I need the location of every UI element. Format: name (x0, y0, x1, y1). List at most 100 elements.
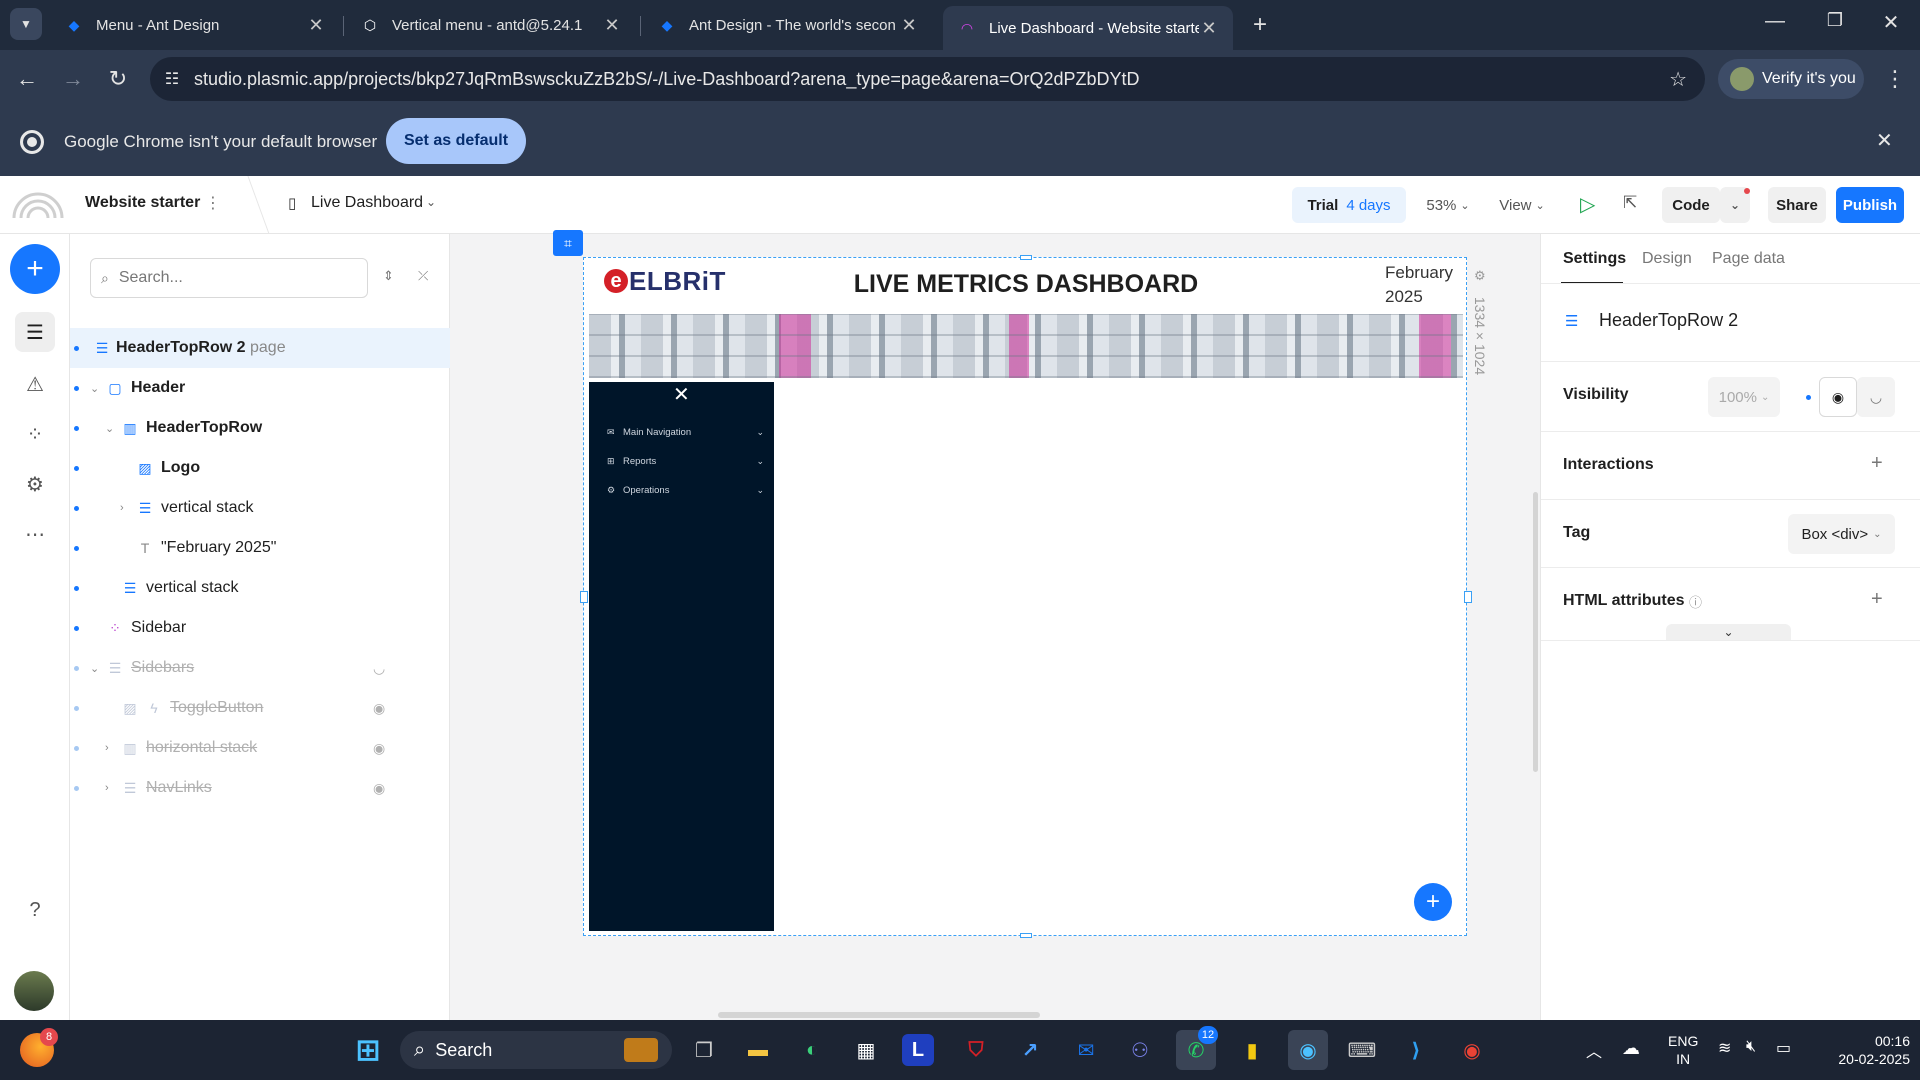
power-bi-icon[interactable]: ▮ (1232, 1030, 1272, 1070)
tab-search-button[interactable]: ▼ (10, 8, 42, 40)
menu-item[interactable]: ⊞ Reports ⌄ (607, 453, 764, 469)
tab-design[interactable]: Design (1642, 250, 1692, 268)
outline-item-hidden[interactable]: › ▥ horizontal stack ◉ (70, 728, 450, 768)
page-name[interactable]: Live Dashboard (311, 194, 423, 212)
tab-settings[interactable]: Settings (1563, 250, 1626, 268)
hidden-toggle-button[interactable]: ◡ (1857, 377, 1895, 417)
chart-app-icon[interactable]: ↗ (1010, 1030, 1050, 1070)
avatar[interactable] (14, 971, 54, 1011)
language-indicator[interactable]: ENG IN (1668, 1032, 1698, 1068)
component-name[interactable]: HeaderTopRow 2 (1599, 310, 1738, 331)
more-menu-icon[interactable]: ⋮ (1880, 64, 1910, 94)
info-icon[interactable]: ⓘ (1689, 592, 1702, 611)
help-icon[interactable]: ? (15, 890, 55, 930)
menu-item[interactable]: ⚙ Operations ⌄ (607, 482, 764, 498)
opacity-input[interactable]: 100% ⌄ (1708, 377, 1780, 417)
resize-handle-right[interactable] (1464, 591, 1472, 603)
battery-icon[interactable]: ▭ (1776, 1038, 1791, 1058)
new-tab-icon[interactable]: + (1245, 10, 1275, 40)
visible-toggle-button[interactable]: ◉ (1819, 377, 1857, 417)
close-icon[interactable]: ✕ (673, 382, 690, 407)
chevron-right-icon[interactable]: › (105, 782, 109, 794)
back-icon[interactable]: ← (12, 64, 42, 94)
more-icon[interactable]: ⋯ (15, 514, 55, 554)
minimize-icon[interactable]: — (1760, 10, 1790, 40)
resize-handle-top[interactable] (1020, 255, 1032, 260)
vscode-icon[interactable]: ⟩ (1396, 1030, 1436, 1070)
project-menu-icon[interactable]: ⋮ (205, 193, 221, 213)
menu-item[interactable]: ✉ Main Navigation ⌄ (607, 424, 764, 440)
view-dropdown[interactable]: View ⌄ (1494, 187, 1550, 223)
browser-tab-active[interactable]: ◠ Live Dashboard - Website starte ✕ (943, 6, 1233, 50)
close-window-icon[interactable]: ✕ (1876, 10, 1906, 40)
browser-tab[interactable]: ◆ Menu - Ant Design ✕ (50, 6, 340, 44)
outline-item[interactable]: ☰ vertical stack (70, 568, 450, 608)
outline-icon[interactable]: ☰ (15, 312, 55, 352)
close-icon[interactable]: ✕ (1199, 18, 1219, 39)
add-element-button[interactable]: + (1414, 883, 1452, 921)
terminal-icon[interactable]: ⌨ (1342, 1030, 1382, 1070)
resize-handle-bottom[interactable] (1020, 933, 1032, 938)
bookmark-star-icon[interactable]: ☆ (1669, 67, 1687, 92)
chevron-down-icon[interactable]: ⌄ (90, 382, 99, 395)
clock[interactable]: 00:16 20-02-2025 (1810, 1032, 1910, 1068)
artboard-frame[interactable]: e ELBRiT LIVE METRICS DASHBOARD February… (580, 255, 1472, 938)
add-icon[interactable]: + (1871, 452, 1883, 475)
teams-icon[interactable]: ⚇ (1120, 1030, 1160, 1070)
outline-item-hidden[interactable]: › ☰ NavLinks ◉ (70, 768, 450, 808)
browser-tab[interactable]: ⬡ Vertical menu - antd@5.24.1 ✕ (346, 6, 636, 44)
resize-handle-left[interactable] (580, 591, 588, 603)
edge-icon[interactable]: ◐ (792, 1030, 832, 1070)
taskbar-search[interactable]: ⌕ Search (400, 1031, 672, 1069)
chrome-alt-icon[interactable]: ◉ (1452, 1030, 1492, 1070)
windows-start-icon[interactable]: ⊞ (348, 1030, 388, 1070)
wifi-icon[interactable]: ≋ (1718, 1038, 1731, 1058)
reload-icon[interactable]: ↻ (103, 64, 133, 94)
open-external-icon[interactable]: ⇱ (1623, 193, 1637, 213)
chevron-right-icon[interactable]: › (120, 502, 124, 514)
verify-profile-button[interactable]: Verify it's you (1718, 59, 1864, 99)
sidebar[interactable]: ✕ ✉ Main Navigation ⌄ ⊞ Reports ⌄ ⚙ Oper… (589, 382, 774, 931)
set-default-button[interactable]: Set as default (386, 118, 526, 164)
share-button[interactable]: Share (1768, 187, 1826, 223)
outline-item[interactable]: T "February 2025" (70, 528, 450, 568)
close-icon[interactable]: ✕ (1876, 128, 1893, 153)
close-icon[interactable]: ✕ (306, 15, 326, 36)
chrome-icon[interactable]: ◉ (1288, 1030, 1328, 1070)
close-icon[interactable]: ✕ (602, 15, 622, 36)
add-button[interactable]: + (10, 244, 60, 294)
outline-item[interactable]: ⌄ ▢ Header (70, 368, 450, 408)
chevron-right-icon[interactable]: › (105, 742, 109, 754)
close-icon[interactable]: ✕ (899, 15, 919, 36)
vertical-scrollbar[interactable] (1533, 492, 1538, 772)
frame-handle-icon[interactable]: ⌗ (553, 230, 583, 256)
zoom-dropdown[interactable]: 53% ⌄ (1420, 187, 1476, 223)
volume-muted-icon[interactable]: 🔇︎ (1746, 1038, 1756, 1056)
browser-tab[interactable]: ◆ Ant Design - The world's secon ✕ (643, 6, 933, 44)
outline-item[interactable]: ☰ HeaderTopRow 2 page (70, 328, 450, 368)
outline-search-input[interactable]: ⌕ Search... (90, 258, 368, 298)
address-bar[interactable]: ☷ studio.plasmic.app/projects/bkp27JqRmB… (150, 57, 1705, 101)
components-icon[interactable]: ⁘ (15, 414, 55, 454)
chevron-up-icon[interactable]: ︿ (1586, 1038, 1602, 1062)
restore-icon[interactable]: ❐ (1820, 10, 1850, 40)
outline-item[interactable]: ⌄ ▥ HeaderTopRow (70, 408, 450, 448)
launcher-l-icon[interactable]: L (902, 1034, 934, 1066)
frame-settings-icon[interactable]: ⚙ (1474, 268, 1486, 284)
publish-button[interactable]: Publish (1836, 187, 1904, 223)
chevron-down-icon[interactable]: ⌄ (426, 195, 436, 209)
chevron-down-icon[interactable]: ⌄ (105, 422, 114, 435)
tag-select[interactable]: Box <div> ⌄ (1788, 514, 1895, 554)
eye-icon[interactable]: ◉ (373, 700, 385, 717)
tab-page-data[interactable]: Page data (1712, 250, 1785, 268)
forward-icon[interactable]: → (58, 64, 88, 94)
plasmic-logo-icon[interactable] (12, 188, 64, 222)
expand-all-icon[interactable]: ⇕ (383, 268, 394, 284)
cloud-icon[interactable]: ☁ (1622, 1038, 1640, 1059)
expand-section-button[interactable]: ⌄ (1666, 624, 1791, 640)
url-text[interactable]: studio.plasmic.app/projects/bkp27JqRmBsw… (194, 69, 1140, 90)
date-text[interactable]: February 2025 (1385, 261, 1453, 309)
trial-badge[interactable]: Trial 4 days (1292, 187, 1406, 223)
outline-item[interactable]: › ☰ vertical stack (70, 488, 450, 528)
code-button[interactable]: Code (1662, 187, 1720, 223)
